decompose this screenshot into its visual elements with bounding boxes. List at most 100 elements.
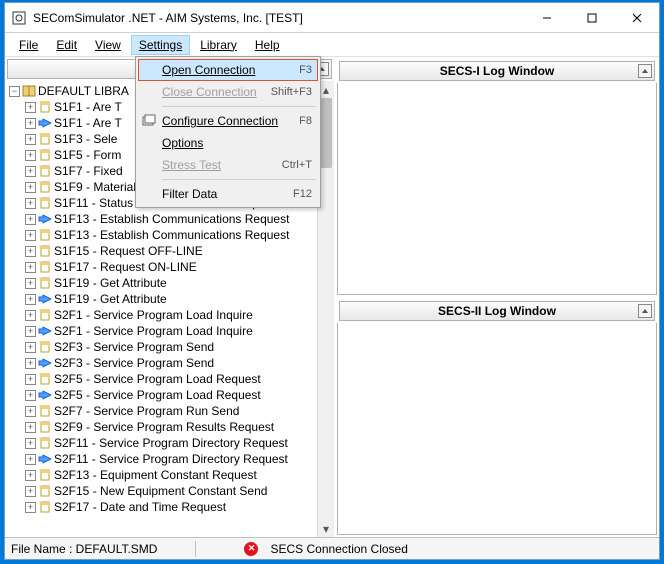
expand-toggle[interactable]: + xyxy=(25,326,36,337)
expand-toggle[interactable]: + xyxy=(25,246,36,257)
arrow-icon xyxy=(38,214,52,224)
log1-body[interactable] xyxy=(337,83,657,295)
expand-toggle[interactable]: + xyxy=(25,374,36,385)
document-icon xyxy=(38,245,52,257)
menu-settings[interactable]: Settings xyxy=(131,35,190,55)
menu-help[interactable]: Help xyxy=(247,35,288,55)
tree-item[interactable]: + S1F13 - Establish Communications Reques… xyxy=(9,211,334,227)
menu-options[interactable]: Options xyxy=(138,132,318,154)
menu-library[interactable]: Library xyxy=(192,35,245,55)
menu-edit[interactable]: Edit xyxy=(48,35,85,55)
document-icon xyxy=(38,501,52,513)
tree-item[interactable]: +S1F19 - Get Attribute xyxy=(9,275,334,291)
tree-item[interactable]: + S2F11 - Service Program Directory Reque… xyxy=(9,435,334,451)
expand-toggle[interactable]: + xyxy=(25,502,36,513)
tree-item[interactable]: + S2F9 - Service Program Results Request xyxy=(9,419,334,435)
content-area: SECS T − DEFAULT LIBRA +S1F1 - Are T+S1F… xyxy=(5,57,659,537)
expand-toggle[interactable]: + xyxy=(25,406,36,417)
expand-toggle[interactable]: + xyxy=(25,102,36,113)
expand-toggle[interactable]: + xyxy=(25,342,36,353)
expand-toggle[interactable]: + xyxy=(25,150,36,161)
menu-stress-test: Stress Test Ctrl+T xyxy=(138,154,318,176)
expand-toggle[interactable]: + xyxy=(25,262,36,273)
menu-file[interactable]: File xyxy=(11,35,46,55)
configure-icon xyxy=(142,114,156,128)
tree-item-label: S2F5 - Service Program Load Request xyxy=(54,388,261,402)
collapse-icon[interactable] xyxy=(638,304,652,318)
expand-toggle[interactable]: + xyxy=(25,438,36,449)
arrow-icon xyxy=(38,118,52,128)
tree-item-label: S2F15 - New Equipment Constant Send xyxy=(54,484,267,498)
document-icon xyxy=(38,149,52,161)
tree-item[interactable]: + S1F17 - Request ON-LINE xyxy=(9,259,334,275)
tree-item-label: S1F17 - Request ON-LINE xyxy=(54,260,197,274)
tree-item[interactable]: +S1F19 - Get Attribute xyxy=(9,291,334,307)
expand-toggle[interactable]: + xyxy=(25,214,36,225)
expand-toggle[interactable]: + xyxy=(25,294,36,305)
menu-separator xyxy=(162,179,316,180)
scroll-down-icon[interactable]: ▾ xyxy=(318,520,334,537)
expand-toggle[interactable]: + xyxy=(25,390,36,401)
tree-item-label: S1F13 - Establish Communications Request xyxy=(54,212,289,226)
tree-item[interactable]: +S2F1 - Service Program Load Inquire xyxy=(9,323,334,339)
collapse-icon[interactable] xyxy=(638,64,652,78)
expand-toggle[interactable]: + xyxy=(25,134,36,145)
document-icon xyxy=(38,309,52,321)
tree-item[interactable]: + S2F7 - Service Program Run Send xyxy=(9,403,334,419)
titlebar[interactable]: SEComSimulator .NET - AIM Systems, Inc. … xyxy=(5,3,659,33)
tree-item[interactable]: +S2F1 - Service Program Load Inquire xyxy=(9,307,334,323)
close-button[interactable] xyxy=(614,3,659,32)
tree-item-label: S2F17 - Date and Time Request xyxy=(54,500,226,514)
tree-item[interactable]: + S2F3 - Service Program Send xyxy=(9,339,334,355)
tree-item[interactable]: +S1F15 - Request OFF-LINE xyxy=(9,243,334,259)
document-icon xyxy=(38,437,52,449)
expand-toggle[interactable]: + xyxy=(25,486,36,497)
expand-toggle[interactable]: + xyxy=(25,118,36,129)
expand-toggle[interactable]: + xyxy=(25,358,36,369)
tree-item[interactable]: + S2F17 - Date and Time Request xyxy=(9,499,334,515)
menu-open-connection[interactable]: Open Connection F3 xyxy=(138,59,318,81)
settings-dropdown: Open Connection F3 Close Connection Shif… xyxy=(135,56,321,208)
maximize-button[interactable] xyxy=(569,3,614,32)
tree-item[interactable]: +S2F11 - Service Program Directory Reque… xyxy=(9,451,334,467)
menu-close-connection: Close Connection Shift+F3 xyxy=(138,81,318,103)
tree-item[interactable]: +S1F13 - Establish Communications Reques… xyxy=(9,227,334,243)
expand-toggle[interactable]: + xyxy=(25,422,36,433)
tree-item-label: S2F3 - Service Program Send xyxy=(54,340,214,354)
tree-item-label: S2F13 - Equipment Constant Request xyxy=(54,468,257,482)
window-title: SEComSimulator .NET - AIM Systems, Inc. … xyxy=(33,11,303,25)
tree-item[interactable]: + S2F13 - Equipment Constant Request xyxy=(9,467,334,483)
tree-item[interactable]: + S2F5 - Service Program Load Request xyxy=(9,387,334,403)
expand-toggle[interactable]: + xyxy=(25,166,36,177)
tree-item[interactable]: + S2F5 - Service Program Load Request xyxy=(9,371,334,387)
arrow-icon xyxy=(38,326,52,336)
tree-item-label: S2F5 - Service Program Load Request xyxy=(54,372,261,386)
expand-toggle[interactable]: + xyxy=(25,182,36,193)
log2-body[interactable] xyxy=(337,323,657,535)
log2-header: SECS-II Log Window xyxy=(339,301,655,321)
menu-view[interactable]: View xyxy=(87,35,129,55)
tree-item[interactable]: +S2F3 - Service Program Send xyxy=(9,355,334,371)
menubar: File Edit View Settings Library Help Ope… xyxy=(5,33,659,57)
tree-item-label: S2F9 - Service Program Results Request xyxy=(54,420,274,434)
error-icon: ✕ xyxy=(244,542,258,556)
minimize-button[interactable] xyxy=(524,3,569,32)
menu-filter-data[interactable]: Filter Data F12 xyxy=(138,183,318,205)
tree-item-label: S2F7 - Service Program Run Send xyxy=(54,404,239,418)
menu-configure-connection[interactable]: Configure Connection F8 xyxy=(138,110,318,132)
tree-item-label: S2F11 - Service Program Directory Reques… xyxy=(54,436,288,450)
book-icon xyxy=(22,85,36,97)
expand-toggle[interactable]: + xyxy=(25,230,36,241)
document-icon xyxy=(38,261,52,273)
collapse-toggle[interactable]: − xyxy=(9,86,20,97)
log1-panel: SECS-I Log Window xyxy=(337,59,657,295)
tree-item[interactable]: + S2F15 - New Equipment Constant Send xyxy=(9,483,334,499)
expand-toggle[interactable]: + xyxy=(25,470,36,481)
expand-toggle[interactable]: + xyxy=(25,454,36,465)
arrow-icon xyxy=(38,358,52,368)
document-icon xyxy=(38,373,52,385)
scroll-thumb[interactable] xyxy=(320,98,332,168)
expand-toggle[interactable]: + xyxy=(25,278,36,289)
expand-toggle[interactable]: + xyxy=(25,310,36,321)
expand-toggle[interactable]: + xyxy=(25,198,36,209)
